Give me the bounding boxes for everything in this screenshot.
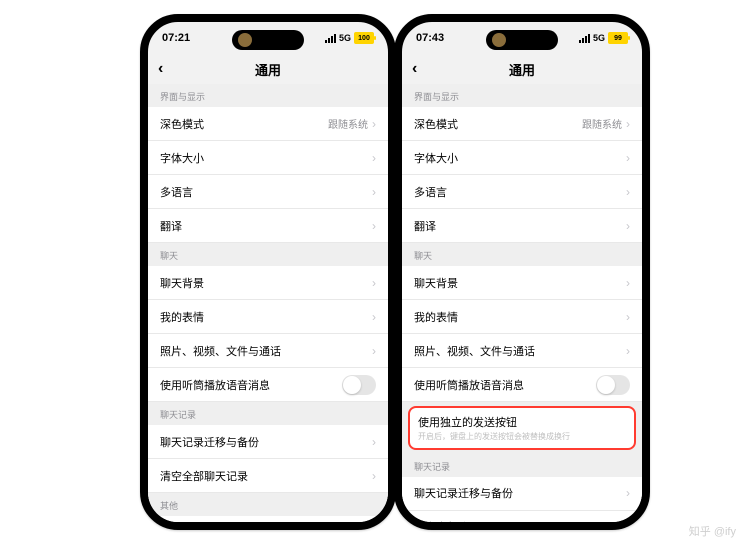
- toggle-switch[interactable]: [342, 375, 376, 395]
- row-label: 深色模式: [414, 116, 582, 132]
- row-label: 多语言: [160, 184, 372, 200]
- settings-row[interactable]: 使用听筒播放语音消息: [402, 368, 642, 402]
- settings-row[interactable]: 深色模式跟随系统 ›: [402, 107, 642, 141]
- settings-list[interactable]: 界面与显示深色模式跟随系统›字体大小›多语言›翻译›聊天聊天背景›我的表情›照片…: [402, 84, 642, 522]
- page-title: 通用: [509, 60, 535, 79]
- chevron-right-icon: ›: [372, 117, 376, 131]
- row-label: 使用独立的发送按钮: [418, 414, 626, 430]
- phone-right: 07:43 5G 99 ‹ 通用 界面与显示深色模式跟随系统›字体大小›多语言›…: [394, 14, 650, 530]
- row-label: 聊天记录迁移与备份: [414, 485, 626, 501]
- section-header: 聊天: [402, 243, 642, 266]
- settings-row[interactable]: 聊天记录迁移与备份›: [148, 425, 388, 459]
- settings-row[interactable]: 深色模式跟随系统 ›: [148, 107, 388, 141]
- settings-row[interactable]: 存储空间›: [148, 516, 388, 522]
- chevron-right-icon: ›: [626, 151, 630, 165]
- row-label: 字体大小: [160, 150, 372, 166]
- settings-row[interactable]: 清空全部聊天记录›: [148, 459, 388, 493]
- section-header: 其他: [148, 493, 388, 516]
- watermark: 知乎 @ify: [689, 523, 736, 539]
- row-label: 清空全部聊天记录: [160, 468, 372, 484]
- navbar: ‹ 通用: [148, 54, 388, 85]
- chevron-right-icon: ›: [372, 344, 376, 358]
- settings-row[interactable]: 字体大小›: [402, 141, 642, 175]
- back-button[interactable]: ‹: [412, 60, 417, 78]
- chevron-right-icon: ›: [626, 310, 630, 324]
- settings-row[interactable]: 我的表情›: [402, 300, 642, 334]
- row-label: 字体大小: [414, 150, 626, 166]
- settings-row[interactable]: 多语言›: [148, 175, 388, 209]
- network-label: 5G: [339, 33, 351, 43]
- chevron-right-icon: ›: [626, 117, 630, 131]
- chevron-right-icon: ›: [372, 435, 376, 449]
- toggle-switch[interactable]: [596, 375, 630, 395]
- battery-icon: 100: [354, 32, 374, 44]
- row-label: 深色模式: [160, 116, 328, 132]
- settings-row[interactable]: 字体大小›: [148, 141, 388, 175]
- chevron-right-icon: ›: [626, 219, 630, 233]
- status-time: 07:21: [162, 32, 190, 44]
- row-label: 翻译: [160, 218, 372, 234]
- settings-row[interactable]: 清空全部聊天记录›: [402, 511, 642, 522]
- signal-icon: [579, 34, 590, 43]
- chevron-right-icon: ›: [626, 486, 630, 500]
- chevron-right-icon: ›: [372, 310, 376, 324]
- battery-icon: 99: [608, 32, 628, 44]
- section-header: 聊天记录: [402, 454, 642, 477]
- row-label: 使用听筒播放语音消息: [414, 377, 596, 393]
- network-label: 5G: [593, 33, 605, 43]
- settings-row[interactable]: 照片、视频、文件与通话›: [402, 334, 642, 368]
- chevron-right-icon: ›: [372, 185, 376, 199]
- row-label: 使用听筒播放语音消息: [160, 377, 342, 393]
- section-header: 聊天记录: [148, 402, 388, 425]
- settings-row[interactable]: 我的表情›: [148, 300, 388, 334]
- chevron-right-icon: ›: [372, 276, 376, 290]
- row-label: 多语言: [414, 184, 626, 200]
- phone-left: 07:21 5G 100 ‹ 通用 界面与显示深色模式跟随系统›字体大小›多语言…: [140, 14, 396, 530]
- row-label: 清空全部聊天记录: [414, 519, 626, 522]
- row-value: 跟随系统: [328, 116, 368, 131]
- status-time: 07:43: [416, 32, 444, 44]
- highlighted-setting[interactable]: 使用独立的发送按钮开启后，键盘上的发送按钮会被替换成换行: [408, 406, 636, 450]
- section-header: 界面与显示: [402, 84, 642, 107]
- row-label: 我的表情: [414, 309, 626, 325]
- settings-list[interactable]: 界面与显示深色模式跟随系统›字体大小›多语言›翻译›聊天聊天背景›我的表情›照片…: [148, 84, 388, 522]
- settings-row[interactable]: 翻译›: [148, 209, 388, 243]
- chevron-right-icon: ›: [372, 219, 376, 233]
- chevron-right-icon: ›: [626, 520, 630, 522]
- navbar: ‹ 通用: [402, 54, 642, 85]
- island-avatar-icon: [238, 33, 252, 47]
- dynamic-island: [486, 30, 558, 50]
- row-label: 聊天记录迁移与备份: [160, 434, 372, 450]
- row-label: 聊天背景: [160, 275, 372, 291]
- row-label: 聊天背景: [414, 275, 626, 291]
- row-label: 照片、视频、文件与通话: [414, 343, 626, 359]
- chevron-right-icon: ›: [626, 185, 630, 199]
- back-button[interactable]: ‹: [158, 60, 163, 78]
- section-header: 聊天: [148, 243, 388, 266]
- settings-row[interactable]: 聊天背景›: [402, 266, 642, 300]
- row-label: 我的表情: [160, 309, 372, 325]
- dynamic-island: [232, 30, 304, 50]
- section-header: 界面与显示: [148, 84, 388, 107]
- island-avatar-icon: [492, 33, 506, 47]
- row-label: 翻译: [414, 218, 626, 234]
- row-value: 跟随系统: [582, 116, 622, 131]
- row-label: 照片、视频、文件与通话: [160, 343, 372, 359]
- settings-row[interactable]: 聊天背景›: [148, 266, 388, 300]
- settings-row[interactable]: 使用听筒播放语音消息: [148, 368, 388, 402]
- settings-row[interactable]: 翻译›: [402, 209, 642, 243]
- settings-row[interactable]: 照片、视频、文件与通话›: [148, 334, 388, 368]
- signal-icon: [325, 34, 336, 43]
- page-title: 通用: [255, 60, 281, 79]
- chevron-right-icon: ›: [372, 151, 376, 165]
- chevron-right-icon: ›: [626, 276, 630, 290]
- chevron-right-icon: ›: [626, 344, 630, 358]
- settings-row[interactable]: 聊天记录迁移与备份›: [402, 477, 642, 511]
- settings-row[interactable]: 多语言›: [402, 175, 642, 209]
- row-subtitle: 开启后，键盘上的发送按钮会被替换成换行: [418, 432, 626, 442]
- chevron-right-icon: ›: [372, 469, 376, 483]
